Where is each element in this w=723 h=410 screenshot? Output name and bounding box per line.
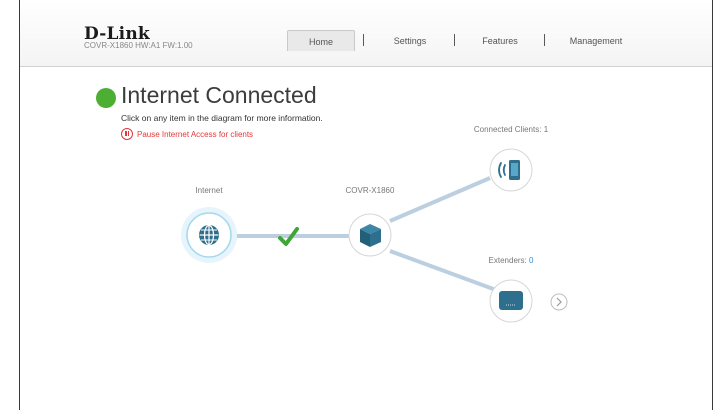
extenders-count: 0: [529, 256, 534, 265]
extender-icon: [499, 291, 523, 310]
connected-clients-label: Connected Clients: 1: [441, 125, 581, 134]
router-label: COVR-X1860: [345, 186, 395, 195]
internet-node[interactable]: [181, 207, 237, 263]
chevron-right-icon[interactable]: [550, 293, 568, 311]
internet-label: Internet: [195, 186, 223, 195]
globe-icon: [199, 224, 219, 246]
extenders-node[interactable]: [489, 279, 533, 323]
app-frame: D-Link COVR-X1860 HW:A1 FW:1.00 Home Set…: [19, 0, 713, 410]
extenders-label: Extenders: 0: [441, 256, 581, 265]
extenders-text: Extenders:: [488, 256, 527, 265]
connected-clients-count: 1: [543, 125, 549, 134]
connected-clients-text: Connected Clients:: [473, 125, 542, 134]
network-diagram: [181, 148, 568, 323]
router-node[interactable]: [348, 213, 392, 257]
connected-clients-node[interactable]: [489, 148, 533, 192]
